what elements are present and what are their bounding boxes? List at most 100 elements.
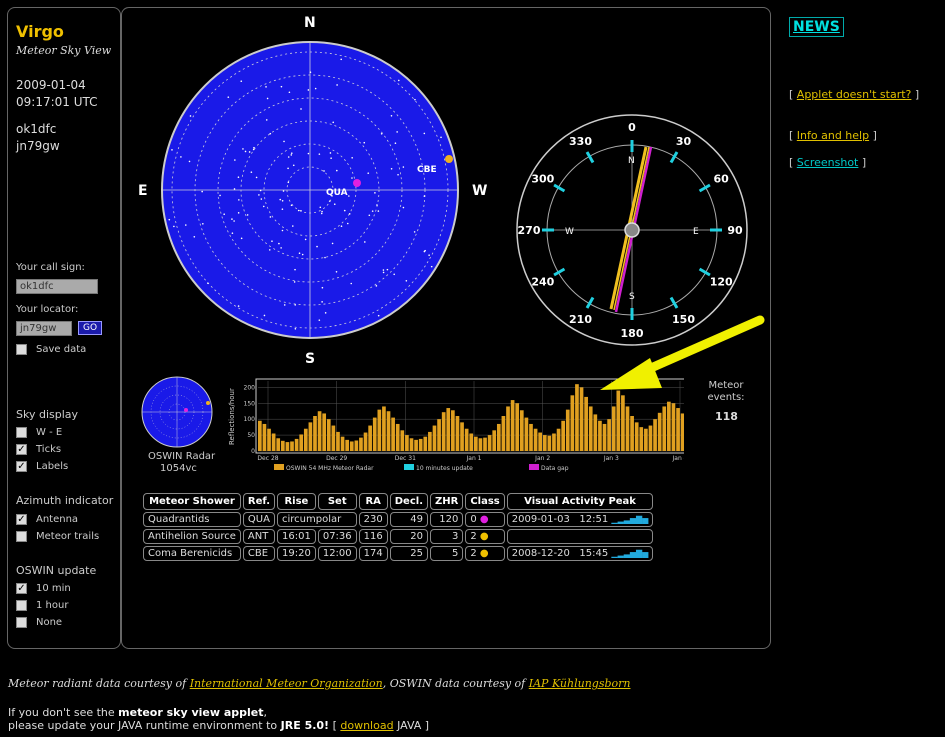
chart-bar: [446, 408, 451, 451]
star-dot: [292, 164, 295, 167]
star-dot: [397, 79, 400, 82]
oswin-1hour-radio[interactable]: [16, 600, 27, 611]
meteor-trails-checkbox[interactable]: [16, 531, 27, 542]
star-dot: [304, 238, 307, 241]
chart-bar: [441, 412, 446, 451]
compass-degree-label: 240: [531, 276, 554, 289]
chart-bar: [428, 431, 432, 451]
imo-link[interactable]: International Meteor Organization: [190, 677, 383, 690]
star-dot: [390, 114, 393, 117]
go-button[interactable]: GO: [78, 321, 102, 335]
chart-bar: [501, 416, 506, 451]
star-dot: [287, 156, 290, 158]
credits-line: Meteor radiant data courtesy of Internat…: [8, 677, 631, 690]
star-dot: [219, 194, 221, 197]
chart-xtick-label: Jan 4: [672, 455, 684, 462]
chart-bar: [280, 440, 285, 451]
sky-display-heading: Sky display: [16, 408, 79, 421]
chart-ytick-label: 0: [251, 448, 255, 455]
class-dot-icon: ●: [479, 548, 489, 559]
chart-bar: [561, 420, 565, 451]
table-row[interactable]: Quadrantids QUA circumpolar 230 49 120 0…: [143, 512, 654, 527]
star-dot: [336, 169, 338, 172]
iap-link[interactable]: IAP Kühlungsborn: [529, 677, 631, 690]
chart-bar: [331, 425, 336, 451]
chart-bar: [326, 419, 331, 451]
star-dot: [430, 265, 433, 268]
cell-rise: 19:20: [277, 546, 316, 561]
star-dot: [348, 213, 351, 215]
chart-xtick-label: Jan 3: [603, 455, 619, 462]
callsign-field[interactable]: ok1dfc: [16, 279, 98, 294]
star-dot: [280, 247, 282, 249]
news-link[interactable]: NEWS: [789, 17, 844, 37]
download-java-link[interactable]: download: [340, 719, 393, 732]
star-dot: [300, 108, 302, 110]
star-dot: [297, 209, 300, 212]
col-visual-activity-peak[interactable]: Visual Activity Peak: [506, 493, 654, 510]
col-class[interactable]: Class: [465, 493, 505, 510]
chart-xtick-label: Jan 2: [534, 455, 550, 462]
compass-e: E: [693, 227, 699, 237]
locator-field[interactable]: jn79gw: [16, 321, 72, 336]
star-dot: [335, 270, 338, 273]
table-row[interactable]: Coma Berenicids CBE 19:20 12:00 174 25 5…: [143, 546, 654, 561]
screenshot-link[interactable]: Screenshot: [797, 156, 859, 169]
cell-decl: 49: [389, 512, 428, 527]
chart-bar: [611, 406, 616, 451]
compass-degree-label: 0: [628, 121, 636, 134]
star-dot: [263, 314, 266, 317]
save-data-checkbox[interactable]: [16, 344, 27, 355]
chart-bar: [451, 410, 455, 451]
star-dot: [288, 91, 291, 94]
compass-degree-label: 210: [569, 313, 592, 326]
col-ref[interactable]: Ref.: [242, 493, 275, 510]
col-ra[interactable]: RA: [358, 493, 388, 510]
chart-ytick-label: 50: [247, 432, 255, 439]
we-checkbox[interactable]: [16, 427, 27, 438]
chart-bar: [377, 409, 382, 451]
chart-bar: [262, 423, 267, 451]
ticks-checkbox[interactable]: ✓: [16, 444, 27, 455]
star-dot: [237, 305, 240, 307]
star-dot: [374, 192, 376, 194]
star-dot: [386, 268, 389, 271]
legend-radar: OSWIN 54 MHz Meteor Radar: [286, 465, 374, 472]
col-rise[interactable]: Rise: [277, 493, 316, 510]
oswin-heading: OSWIN update: [16, 564, 97, 577]
oswin-mini-radar: [141, 376, 213, 448]
star-dot: [371, 210, 374, 212]
antenna-checkbox[interactable]: ✓: [16, 514, 27, 525]
star-dot: [298, 252, 301, 255]
chart-bar: [313, 416, 317, 451]
chart-bar: [405, 435, 409, 451]
chart-bar: [317, 411, 322, 451]
oswin-10min-radio[interactable]: ✓: [16, 583, 27, 594]
star-dot: [440, 136, 442, 139]
star-dot: [413, 231, 416, 233]
star-dot: [351, 157, 353, 159]
cell-class: 2 ●: [465, 529, 505, 544]
chart-bar: [409, 438, 414, 451]
chart-ytick-label: 200: [244, 384, 256, 391]
chart-bar: [345, 439, 349, 451]
col-decl[interactable]: Decl.: [389, 493, 428, 510]
sky-east-label: E: [138, 183, 148, 199]
chart-bar: [423, 436, 428, 451]
locator-label: Your locator:: [16, 304, 79, 315]
star-dot: [290, 204, 293, 207]
star-dot: [324, 256, 326, 259]
col-meteor-shower[interactable]: Meteor Shower: [143, 493, 241, 510]
labels-checkbox[interactable]: ✓: [16, 461, 27, 472]
col-set[interactable]: Set: [317, 493, 357, 510]
sky-map[interactable]: QUA CBE: [150, 25, 470, 355]
applet-doesnt-start-link[interactable]: Applet doesn't start?: [797, 88, 912, 101]
oswin-none-radio[interactable]: [16, 617, 27, 628]
col-zhr[interactable]: ZHR: [430, 493, 464, 510]
chart-bar: [519, 410, 524, 451]
chart-bar: [285, 442, 290, 451]
star-dot: [294, 304, 297, 306]
star-dot: [250, 171, 253, 173]
table-row[interactable]: Antihelion Source ANT 16:01 07:36 116 20…: [143, 529, 654, 544]
info-help-link[interactable]: Info and help: [797, 129, 869, 142]
